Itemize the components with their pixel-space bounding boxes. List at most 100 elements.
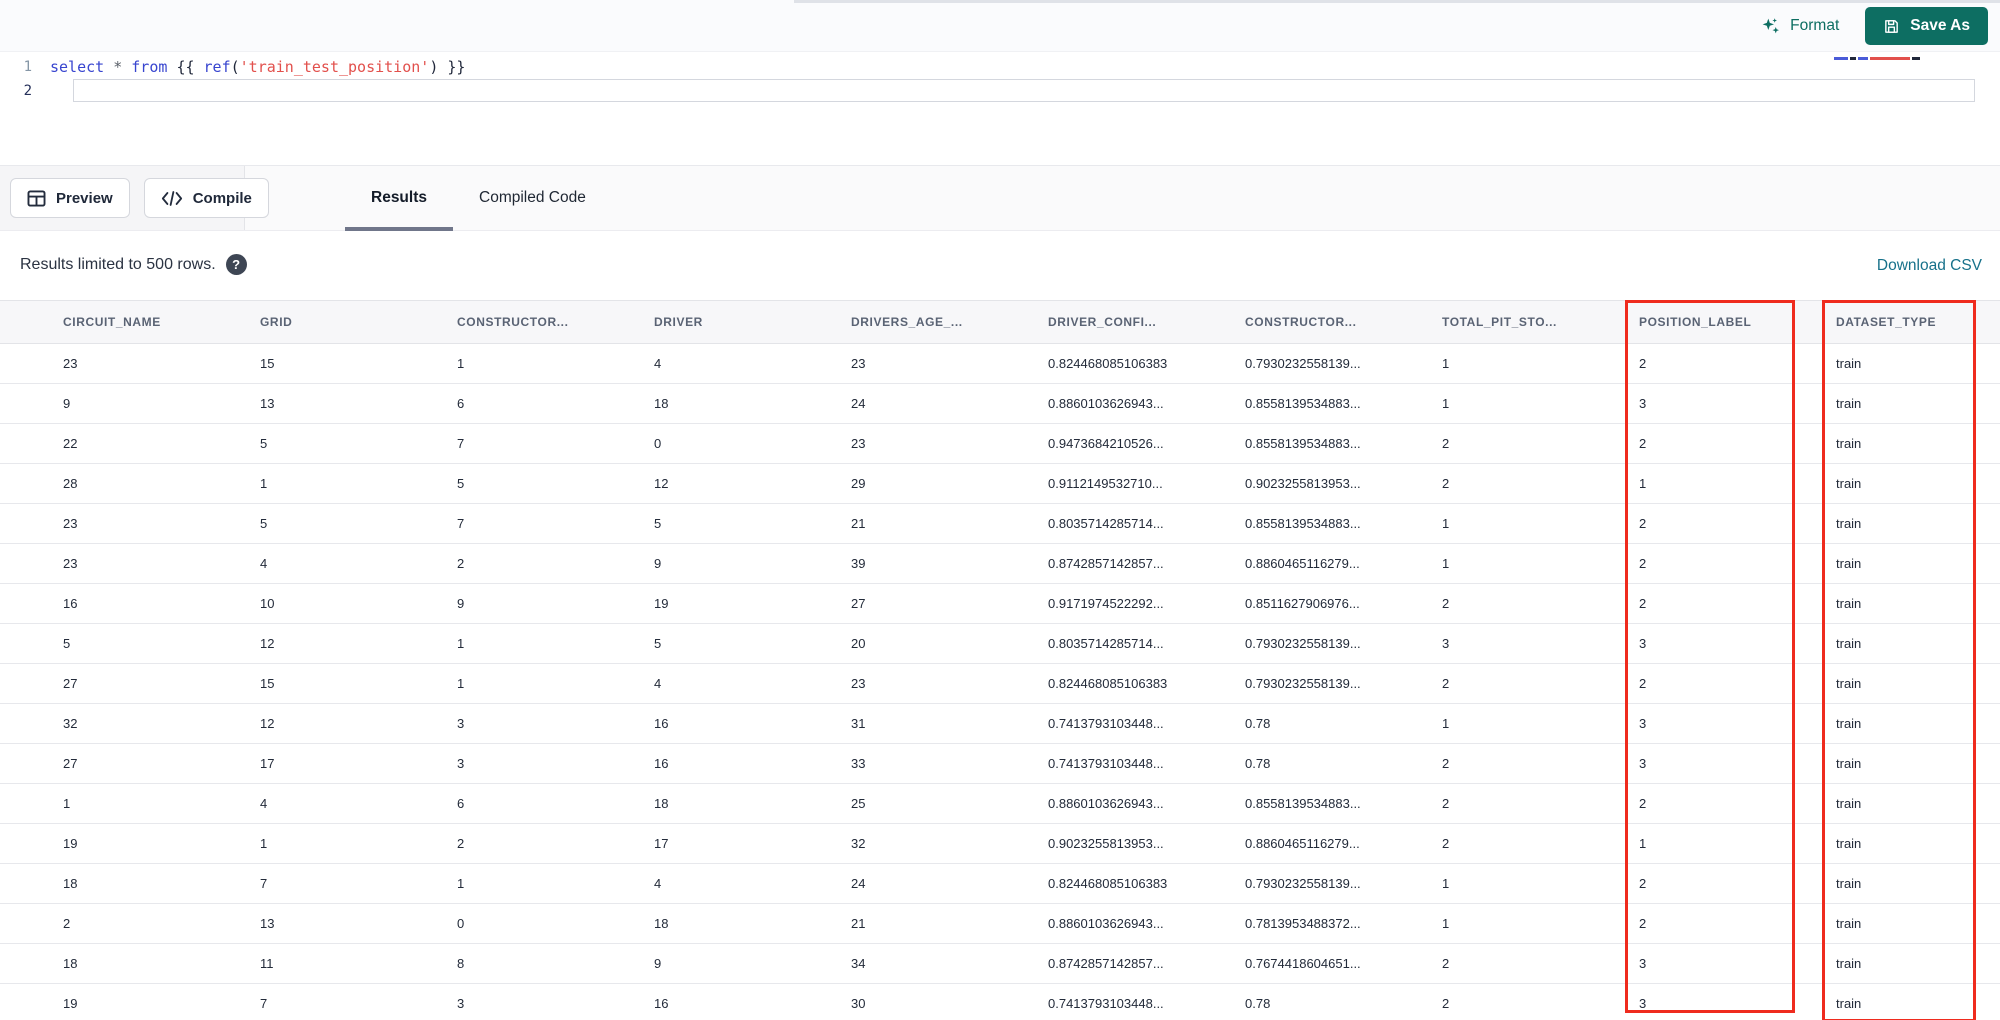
table-cell: 19	[63, 836, 78, 851]
table-cell: 2	[1442, 476, 1450, 491]
table-cell: 2	[1442, 596, 1450, 611]
table-cell: 0.8860103626943...	[1048, 396, 1164, 411]
code-token: {{	[176, 58, 195, 76]
table-cell: 7	[457, 516, 465, 531]
table-cell: 5	[260, 436, 268, 451]
table-cell: 0.8558139534883...	[1245, 796, 1361, 811]
table-cell: 5	[654, 636, 662, 651]
table-cell: 1	[260, 476, 268, 491]
editor-line-2[interactable]: 2	[0, 79, 50, 103]
help-icon[interactable]: ?	[225, 254, 247, 275]
table-cell: 23	[851, 676, 866, 691]
table-cell: 2	[1639, 876, 1647, 891]
table-cell: 0.824468085106383	[1048, 676, 1168, 691]
table-cell: 4	[260, 556, 268, 571]
editor-actions: Preview Compile	[0, 166, 269, 230]
table-cell: 13	[260, 916, 275, 931]
table-cell: 0.8860103626943...	[1048, 916, 1164, 931]
toolbar-actions: Format Save As	[1760, 0, 1988, 52]
table-row: 19 1 2 17 32 0.9023255813953... 0.886046511627…	[0, 824, 2000, 864]
table-cell: 32	[63, 716, 78, 731]
table-cell: 2	[1639, 596, 1647, 611]
table-cell: 22	[63, 436, 78, 451]
table-cell: 2	[1442, 996, 1450, 1011]
format-button[interactable]: Format	[1760, 16, 1839, 37]
table-cell: 34	[851, 956, 866, 971]
sql-code-editor[interactable]: 1 select * from {{ ref('train_test_posit…	[0, 53, 2000, 165]
table-cell: 1	[1442, 876, 1450, 891]
table-cell: 2	[1639, 796, 1647, 811]
table-cell: 0.7413793103448...	[1048, 756, 1164, 771]
format-button-label: Format	[1790, 17, 1840, 34]
table-cell: 5	[63, 636, 71, 651]
table-cell: 13	[260, 396, 275, 411]
table-row: 22 5 7 0 23 0.9473684210526... 0.8558139534883…	[0, 424, 2000, 464]
column-header: DATASET_TYPE	[1836, 315, 1937, 329]
table-cell: 6	[457, 796, 465, 811]
table-cell: 18	[63, 956, 78, 971]
table-cell: 4	[654, 356, 662, 371]
compile-button[interactable]: Compile	[143, 178, 269, 218]
table-row: 16 10 9 19 27 0.9171974522292... 0.85116279069…	[0, 584, 2000, 624]
table-cell: 10	[260, 596, 275, 611]
tab-results[interactable]: Results	[345, 166, 453, 231]
editor-active-line[interactable]	[73, 79, 1975, 102]
table-cell: 7	[260, 876, 268, 891]
table-row: 2 13 0 18 21 0.8860103626943... 0.781395348837…	[0, 904, 2000, 944]
table-cell: train	[1836, 756, 1862, 771]
table-cell: 5	[654, 516, 662, 531]
table-cell: 29	[851, 476, 866, 491]
table-cell: 20	[851, 636, 866, 651]
table-cell: 18	[63, 876, 78, 891]
table-cell: 21	[851, 916, 866, 931]
table-cell: 1	[457, 636, 465, 651]
table-cell: 0.8860465116279...	[1245, 556, 1360, 571]
code-token: select	[50, 58, 105, 76]
table-cell: 18	[654, 396, 669, 411]
download-csv-link[interactable]: Download CSV	[1877, 257, 1982, 275]
table-cell: 1	[457, 876, 465, 891]
preview-button-label: Preview	[56, 189, 113, 207]
table-cell: 3	[1639, 956, 1647, 971]
table-row: 28 1 5 12 29 0.9112149532710... 0.902325581395…	[0, 464, 2000, 504]
table-cell: 0.7930232558139...	[1245, 876, 1361, 891]
table-row: 19 7 3 16 30 0.7413793103448... 0.78 2 3 train	[0, 984, 2000, 1020]
table-cell: 3	[1639, 996, 1647, 1011]
table-cell: 0.8860103626943...	[1048, 796, 1164, 811]
table-cell: train	[1836, 676, 1862, 691]
table-cell: 2	[1442, 436, 1450, 451]
sql-statement[interactable]: select * from {{ ref('train_test_positio…	[50, 58, 465, 76]
table-cell: 1	[63, 796, 71, 811]
table-cell: 25	[851, 796, 866, 811]
results-tabs: Results Compiled Code	[345, 166, 612, 231]
table-cell: train	[1836, 396, 1862, 411]
table-cell: 23	[63, 556, 78, 571]
table-cell: 3	[457, 996, 465, 1011]
table-cell: 2	[457, 556, 465, 571]
table-cell: 1	[457, 356, 465, 371]
table-row: 9 13 6 18 24 0.8860103626943... 0.855813953488…	[0, 384, 2000, 424]
tab-compiled-code[interactable]: Compiled Code	[453, 166, 612, 230]
preview-button[interactable]: Preview	[10, 178, 130, 218]
table-cell: 3	[1639, 636, 1647, 651]
table-cell: 9	[654, 556, 662, 571]
save-as-button[interactable]: Save As	[1865, 7, 1988, 45]
column-header: CIRCUIT_NAME	[63, 315, 161, 329]
table-cell: 18	[654, 796, 669, 811]
results-table: CIRCUIT_NAME GRID CONSTRUCTOR... DRIVER DRIV…	[0, 300, 2000, 1020]
table-cell: 2	[1639, 356, 1647, 371]
table-cell: 0.9112149532710...	[1048, 476, 1163, 491]
column-header: GRID	[260, 315, 293, 329]
table-cell: 0.7413793103448...	[1048, 996, 1164, 1011]
table-cell: train	[1836, 996, 1862, 1011]
table-cell: 16	[654, 756, 669, 771]
table-cell: 3	[1639, 716, 1647, 731]
editor-minimap[interactable]	[1834, 55, 1964, 61]
table-cell: 0.78	[1245, 756, 1271, 771]
table-cell: 12	[654, 476, 669, 491]
table-cell: train	[1836, 916, 1862, 931]
table-cell: 0.7674418604651...	[1245, 956, 1361, 971]
table-cell: 23	[63, 516, 78, 531]
editor-line-1[interactable]: 1 select * from {{ ref('train_test_posit…	[0, 55, 466, 79]
column-header: POSITION_LABEL	[1639, 315, 1752, 329]
